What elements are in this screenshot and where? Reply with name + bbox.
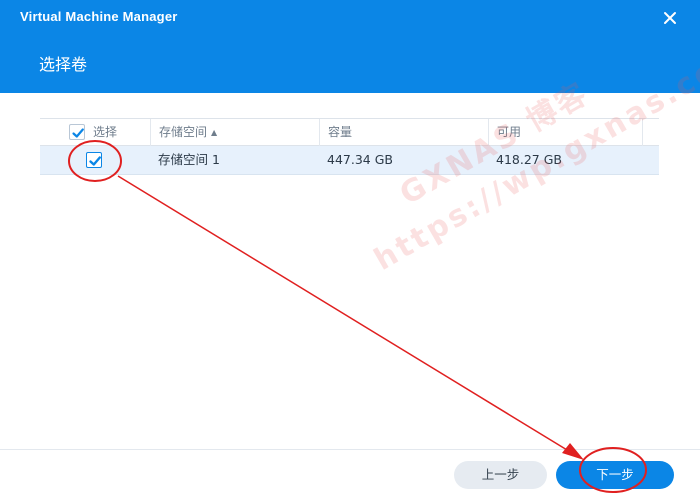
close-icon <box>664 12 676 24</box>
row-select-cell <box>40 146 150 174</box>
column-header-select[interactable]: 选择 <box>40 119 150 146</box>
column-label-select: 选择 <box>93 125 118 139</box>
column-header-storage[interactable]: 存储空间 ▲ <box>150 119 319 146</box>
close-button[interactable] <box>660 8 680 28</box>
app-title: Virtual Machine Manager <box>20 9 178 24</box>
column-header-capacity[interactable]: 容量 <box>319 119 488 146</box>
page-title: 选择卷 <box>39 55 88 74</box>
column-header-available[interactable]: 可用 <box>488 119 642 146</box>
check-icon <box>72 128 84 138</box>
column-label-storage: 存储空间 <box>159 125 208 139</box>
dialog-footer: 上一步 下一步 <box>0 449 700 499</box>
table-header: 选择 存储空间 ▲ 容量 可用 <box>40 118 659 146</box>
column-header-spacer <box>642 119 659 146</box>
sort-asc-icon: ▲ <box>211 128 218 137</box>
table-row[interactable]: 存储空间 1 447.34 GB 418.27 GB <box>40 146 659 175</box>
previous-button[interactable]: 上一步 <box>454 461 547 489</box>
dialog-header: Virtual Machine Manager 选择卷 <box>0 0 700 93</box>
next-button[interactable]: 下一步 <box>556 461 674 489</box>
volume-table: 选择 存储空间 ▲ 容量 可用 存储空间 1 447.34 GB 418.27 G… <box>40 118 659 175</box>
annotation-arrow-line <box>117 175 573 454</box>
check-icon <box>89 156 101 166</box>
select-all-checkbox[interactable] <box>69 124 85 140</box>
column-label-capacity: 容量 <box>328 125 353 139</box>
row-checkbox[interactable] <box>86 152 102 168</box>
row-storage-name: 存储空间 1 <box>158 152 220 167</box>
row-capacity: 447.34 GB <box>327 152 393 167</box>
row-available: 418.27 GB <box>496 152 562 167</box>
column-label-available: 可用 <box>497 125 522 139</box>
